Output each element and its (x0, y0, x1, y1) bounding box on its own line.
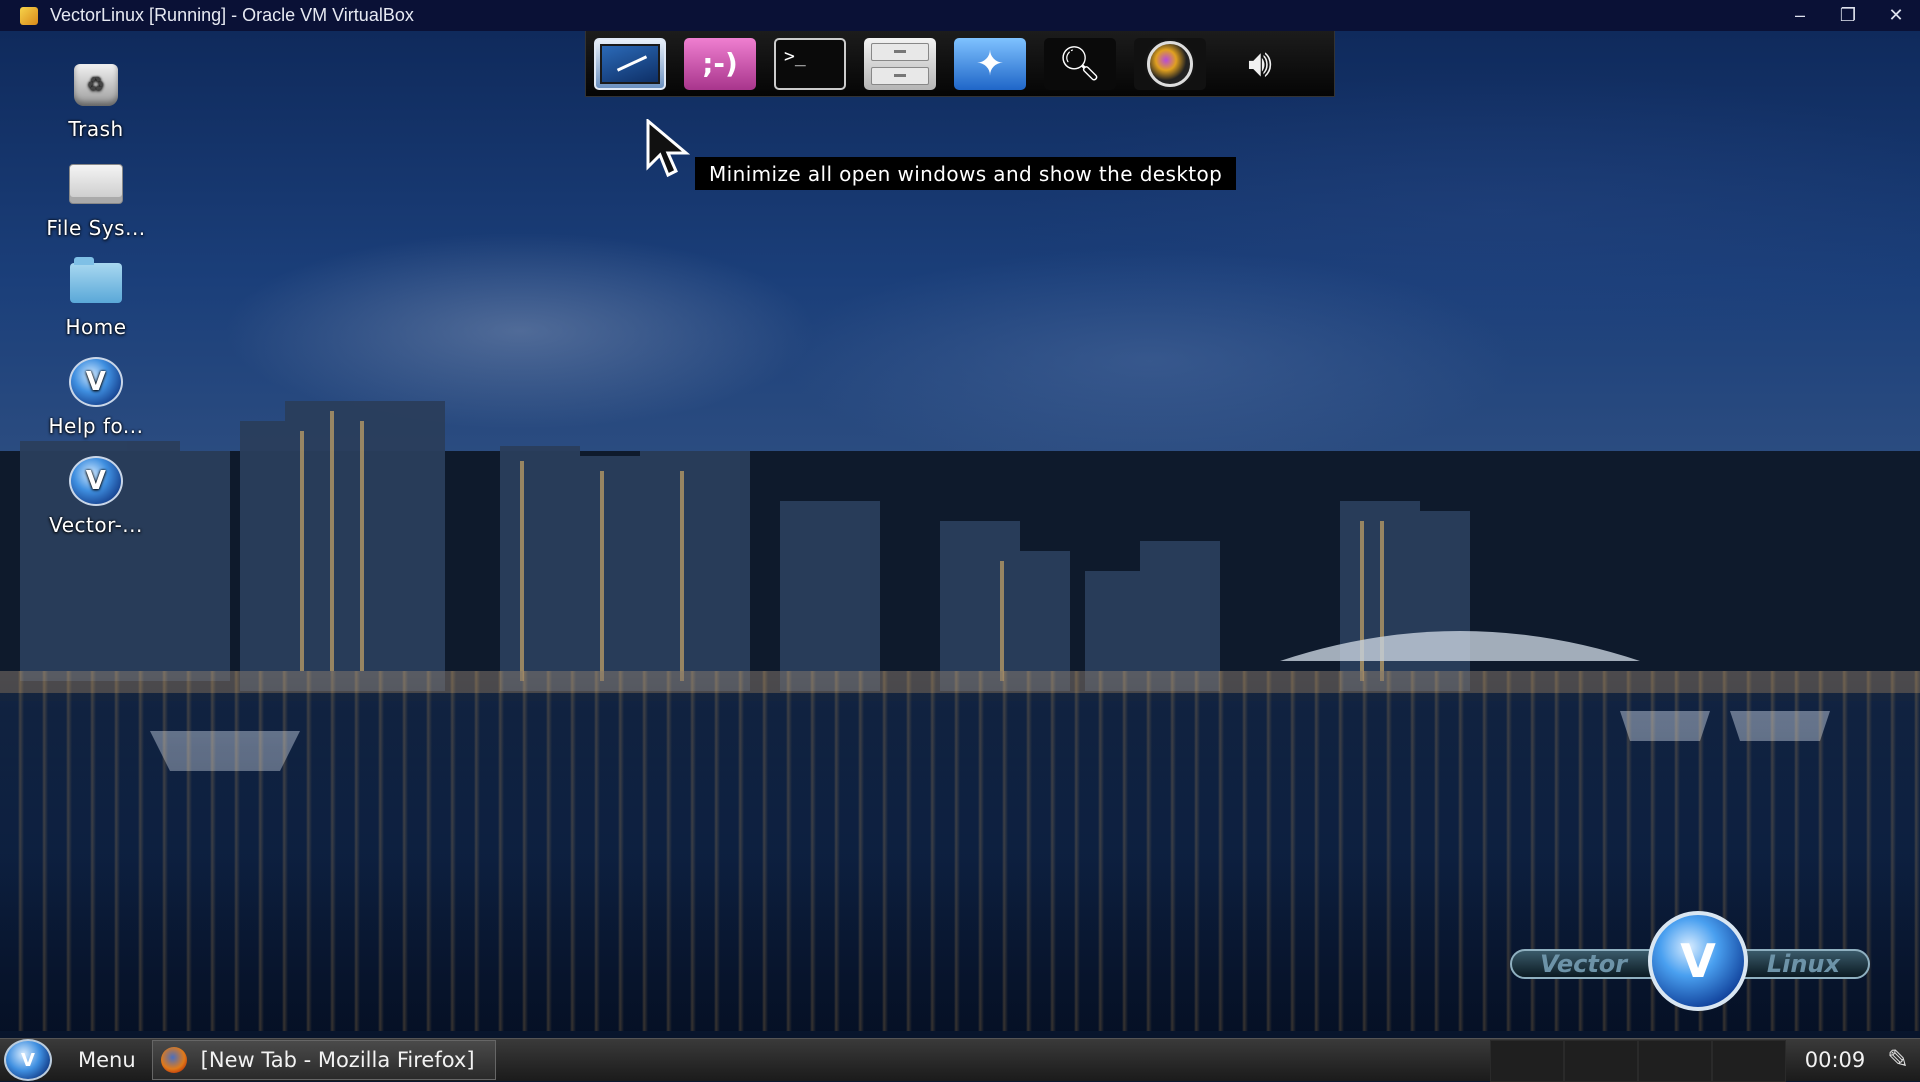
web-browser-button[interactable]: ✦ (954, 37, 1026, 90)
virtualbox-app-icon (20, 6, 38, 25)
logo-text-right: Linux (1766, 950, 1840, 978)
show-desktop-tooltip: Minimize all open windows and show the d… (695, 157, 1237, 190)
desktop[interactable]: Trash File Sys... Home V Help fo... V Ve… (0, 31, 1920, 1038)
menu-label: Menu (78, 1048, 136, 1072)
clock[interactable]: 00:09 (1794, 1048, 1876, 1072)
desktop-icon-label: Help fo... (48, 414, 144, 438)
show-desktop-button[interactable] (594, 37, 666, 90)
desktop-icon-home[interactable]: Home (20, 257, 172, 339)
workspace-1[interactable] (1490, 1040, 1564, 1082)
vectorlinux-menu-icon: V (4, 1039, 52, 1081)
chat-smiley-icon: ;-) (702, 47, 738, 80)
workspace-pager (1490, 1040, 1786, 1082)
workspace-4[interactable] (1712, 1040, 1786, 1082)
window-title: VectorLinux [Running] - Oracle VM Virtua… (50, 5, 414, 25)
desktop-icon-label: Trash (68, 117, 124, 141)
desktop-icon-label: Home (65, 315, 127, 339)
drive-icon (69, 160, 123, 208)
camera-lens-icon (1147, 40, 1193, 87)
mouse-cursor-icon (646, 119, 690, 178)
desktop-icon-help[interactable]: V Help fo... (20, 357, 172, 438)
logo-orb-icon: V (1648, 911, 1748, 1011)
workspace-3[interactable] (1638, 1040, 1712, 1082)
volume-button[interactable]: 🔊︎ (1224, 38, 1296, 90)
taskbar-item-label: [New Tab - Mozilla Firefox] (200, 1048, 475, 1072)
show-desktop-icon (600, 43, 660, 84)
home-folder-icon (69, 257, 123, 307)
speaker-icon: 🔊︎ (1248, 41, 1272, 85)
desktop-icon-file-system[interactable]: File Sys... (20, 160, 172, 240)
chat-button[interactable]: ;-) (684, 37, 756, 90)
camera-button[interactable] (1134, 37, 1206, 90)
terminal-icon: >_ (784, 45, 806, 67)
compass-icon: ✦ (975, 43, 1005, 84)
trash-icon (69, 61, 123, 109)
virtualbox-titlebar: VectorLinux [Running] - Oracle VM Virtua… (0, 0, 1920, 31)
terminal-button[interactable]: >_ (774, 37, 846, 90)
menu-button[interactable]: V Menu (0, 1039, 152, 1081)
desktop-icon-label: Vector-... (49, 513, 143, 537)
vectorlinux-icon: V (69, 456, 123, 506)
close-button[interactable]: ✕ (1872, 0, 1920, 31)
desktop-icon-label: File Sys... (46, 216, 146, 240)
taskbar-item-firefox[interactable]: [New Tab - Mozilla Firefox] (151, 1040, 496, 1080)
minimize-button[interactable]: – (1776, 0, 1824, 31)
pen-tray-icon[interactable]: ✎ (1876, 1040, 1920, 1080)
vectorlinux-logo: Vector Linux V (1510, 911, 1870, 1011)
logo-text-left: Vector (1540, 950, 1628, 978)
top-dock: ;-) >_ ✦ 🔍︎ 🔊︎ (585, 31, 1335, 97)
desktop-icon-vector[interactable]: V Vector-... (20, 456, 172, 537)
search-button[interactable]: 🔍︎ (1044, 37, 1116, 90)
firefox-icon (160, 1047, 187, 1073)
restore-button[interactable]: ❐ (1824, 0, 1872, 31)
file-cabinet-icon (871, 42, 929, 61)
file-manager-button[interactable] (864, 37, 936, 90)
bottom-panel: V Menu [New Tab - Mozilla Firefox] 00:09… (0, 1038, 1920, 1082)
magnifier-icon: 🔍︎ (1058, 43, 1102, 84)
file-cabinet-drawer (871, 66, 929, 85)
desktop-icon-trash[interactable]: Trash (20, 61, 172, 141)
workspace-2[interactable] (1564, 1040, 1638, 1082)
vectorlinux-icon: V (69, 357, 123, 407)
